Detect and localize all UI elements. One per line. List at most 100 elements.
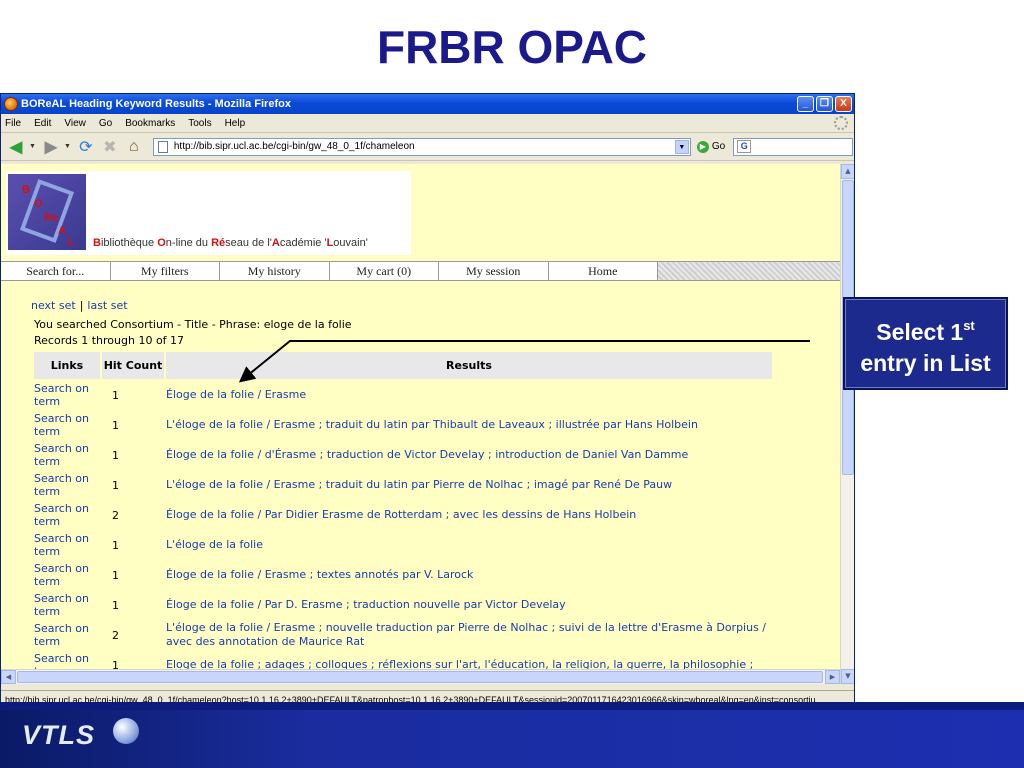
- logo-letter: L: [68, 236, 75, 248]
- hit-count: 1: [112, 568, 119, 582]
- result-link[interactable]: L'éloge de la folie: [166, 531, 772, 559]
- boreal-logo[interactable]: B O Re A L Bibliothèque On-line du Résea…: [6, 171, 411, 255]
- result-link[interactable]: Éloge de la folie / Par Didier Erasme de…: [166, 501, 772, 529]
- scroll-down-icon[interactable]: ▼: [841, 669, 854, 684]
- tab-my-session[interactable]: My session: [439, 262, 549, 280]
- table-row: Search on term 1 L'éloge de la folie / E…: [34, 471, 772, 499]
- search-on-term-link[interactable]: Search on term: [34, 411, 100, 439]
- search-on-term-link[interactable]: Search on term: [34, 591, 100, 619]
- search-on-term-link[interactable]: Search on term: [34, 621, 100, 649]
- back-arrow-icon[interactable]: ◀: [5, 137, 27, 157]
- vtls-logo: VTLS: [22, 720, 96, 750]
- page-content: B O Re A L Bibliothèque On-line du Résea…: [1, 164, 840, 669]
- tab-search-for[interactable]: Search for...: [1, 262, 111, 280]
- window-title: BOReAL Heading Keyword Results - Mozilla…: [21, 98, 291, 110]
- result-link[interactable]: L'éloge de la folie / Erasme ; nouvelle …: [166, 621, 772, 649]
- vertical-scrollbar[interactable]: ▲ ▼: [840, 164, 854, 684]
- search-on-term-link[interactable]: Search on term: [34, 471, 100, 499]
- menu-bookmarks[interactable]: Bookmarks: [125, 118, 175, 129]
- table-row: Search on term 1 Éloge de la folie / Era…: [34, 561, 772, 589]
- scroll-up-icon[interactable]: ▲: [841, 164, 854, 179]
- go-label: Go: [711, 141, 726, 152]
- menu-help[interactable]: Help: [225, 118, 246, 129]
- logo-letter: O: [34, 198, 43, 210]
- stop-icon[interactable]: ✖: [99, 137, 121, 157]
- tab-my-cart[interactable]: My cart (0): [329, 262, 439, 280]
- search-input[interactable]: G: [733, 137, 854, 156]
- tab-my-history[interactable]: My history: [220, 262, 330, 280]
- go-button[interactable]: ▶ Go: [696, 140, 726, 153]
- scroll-left-icon[interactable]: ◀: [1, 670, 16, 684]
- restore-button[interactable]: ❐: [816, 96, 833, 112]
- table-row: Search on term 1 Éloge de la folie / Par…: [34, 591, 772, 619]
- hit-count: 1: [112, 538, 119, 552]
- search-on-term-link[interactable]: Search on term: [34, 531, 100, 559]
- result-link[interactable]: Éloge de la folie / Erasme ; textes anno…: [166, 561, 772, 589]
- reload-icon[interactable]: ⟳: [75, 137, 97, 157]
- next-set-link[interactable]: next set: [31, 299, 76, 312]
- menu-edit[interactable]: Edit: [34, 118, 51, 129]
- menu-go[interactable]: Go: [99, 118, 112, 129]
- navigation-toolbar: ◀ ▼ ▶ ▼ ⟳ ✖ ⌂ http://bib.sipr.ucl.ac.be/…: [1, 133, 854, 161]
- url-dropdown-icon[interactable]: ▼: [674, 139, 689, 154]
- table-row: Search on term 1 L'éloge de la folie: [34, 531, 772, 559]
- result-link[interactable]: Éloge de la folie / Erasme: [166, 381, 772, 409]
- search-on-term-link[interactable]: Search on term: [34, 651, 100, 669]
- records-count: Records 1 through 10 of 17: [34, 334, 185, 347]
- scroll-right-icon[interactable]: ▶: [825, 670, 840, 684]
- logo-letter: A: [58, 225, 66, 237]
- home-icon[interactable]: ⌂: [123, 137, 145, 157]
- separator: |: [79, 299, 84, 312]
- url-bar[interactable]: http://bib.sipr.ucl.ac.be/cgi-bin/gw_48_…: [152, 137, 691, 156]
- boreal-logo-image: B O Re A L: [8, 174, 86, 250]
- pagination-links: next set | last set: [31, 299, 128, 312]
- hit-count: 1: [112, 658, 119, 670]
- minimize-button[interactable]: _: [797, 96, 814, 112]
- hit-count: 2: [112, 508, 119, 522]
- table-row: Search on term 1 Eloge de la folie ; ada…: [34, 651, 772, 669]
- column-results: Results: [166, 352, 772, 379]
- throbber-icon: [834, 116, 848, 130]
- search-on-term-link[interactable]: Search on term: [34, 381, 100, 409]
- menu-tools[interactable]: Tools: [188, 118, 211, 129]
- result-link[interactable]: L'éloge de la folie / Erasme ; traduit d…: [166, 471, 772, 499]
- slide: FRBR OPAC BOReAL Heading Keyword Results…: [0, 0, 1024, 768]
- callout-superscript: st: [963, 318, 975, 333]
- result-link[interactable]: Éloge de la folie / Par D. Erasme ; trad…: [166, 591, 772, 619]
- hit-count: 1: [112, 418, 119, 432]
- tab-home[interactable]: Home: [548, 262, 658, 280]
- search-on-term-link[interactable]: Search on term: [34, 441, 100, 469]
- page-icon: [157, 140, 168, 153]
- menu-file[interactable]: File: [5, 118, 21, 129]
- go-arrow-icon: ▶: [696, 140, 709, 153]
- logo-caption: Bibliothèque On-line du Réseau de l'Acad…: [93, 237, 368, 249]
- menu-view[interactable]: View: [64, 118, 86, 129]
- result-link[interactable]: L'éloge de la folie / Erasme ; traduit d…: [166, 411, 772, 439]
- back-dropdown-icon[interactable]: ▼: [29, 143, 36, 150]
- search-on-term-link[interactable]: Search on term: [34, 501, 100, 529]
- logo-letter: Re: [44, 212, 59, 224]
- title-bar[interactable]: BOReAL Heading Keyword Results - Mozilla…: [1, 94, 854, 114]
- hit-count: 1: [112, 388, 119, 402]
- result-link[interactable]: Éloge de la folie / d'Érasme ; traductio…: [166, 441, 772, 469]
- column-links: Links: [34, 352, 100, 379]
- close-button[interactable]: X: [835, 96, 852, 112]
- table-row: Search on term 2 L'éloge de la folie / E…: [34, 621, 772, 649]
- search-on-term-link[interactable]: Search on term: [34, 561, 100, 589]
- table-row: Search on term 1 Éloge de la folie / Era…: [34, 381, 772, 409]
- horizontal-scrollbar[interactable]: ◀ ▶: [1, 669, 840, 684]
- last-set-link[interactable]: last set: [87, 299, 127, 312]
- tab-my-filters[interactable]: My filters: [110, 262, 220, 280]
- browser-window: BOReAL Heading Keyword Results - Mozilla…: [0, 93, 855, 710]
- horizontal-scroll-thumb[interactable]: [17, 671, 823, 683]
- forward-dropdown-icon[interactable]: ▼: [64, 143, 71, 150]
- table-row: Search on term 2 Éloge de la folie / Par…: [34, 501, 772, 529]
- google-icon[interactable]: G: [737, 140, 752, 153]
- globe-icon: [113, 718, 139, 744]
- table-row: Search on term 1 Éloge de la folie / d'É…: [34, 441, 772, 469]
- hit-count: 1: [112, 478, 119, 492]
- result-link[interactable]: Eloge de la folie ; adages ; colloques ;…: [166, 651, 772, 669]
- site-tabs: Search for... My filters My history My c…: [1, 261, 840, 281]
- forward-arrow-icon[interactable]: ▶: [40, 137, 62, 157]
- footer-banner: VTLS: [0, 702, 1024, 768]
